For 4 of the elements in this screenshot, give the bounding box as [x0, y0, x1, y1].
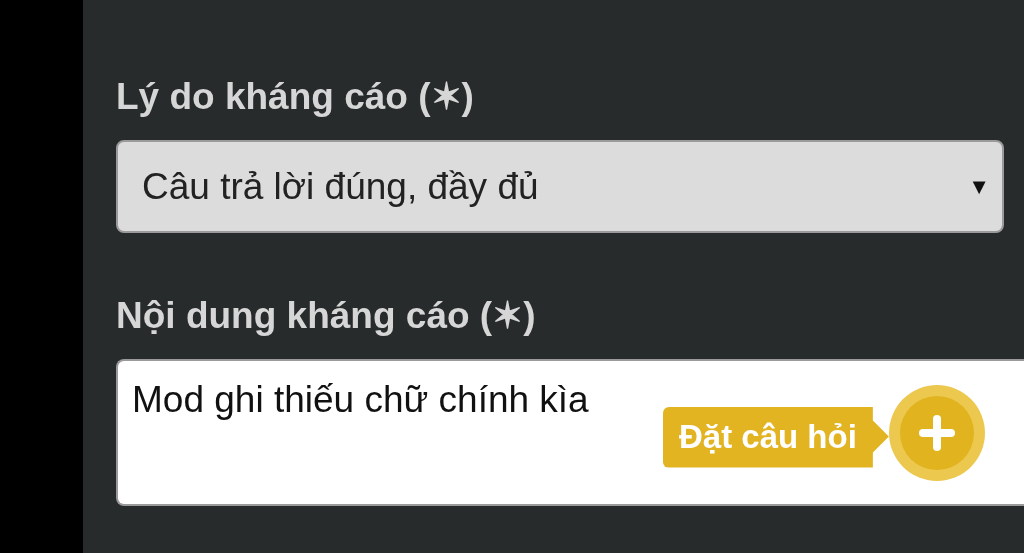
- plus-icon[interactable]: [888, 385, 985, 481]
- field-label: Lý do kháng cáo (✶): [116, 75, 475, 119]
- field-label: Nội dung kháng cáo (✶): [116, 294, 537, 338]
- dropdown[interactable]: Câu trả lời đúng, đầy đủ ▼: [116, 140, 1004, 233]
